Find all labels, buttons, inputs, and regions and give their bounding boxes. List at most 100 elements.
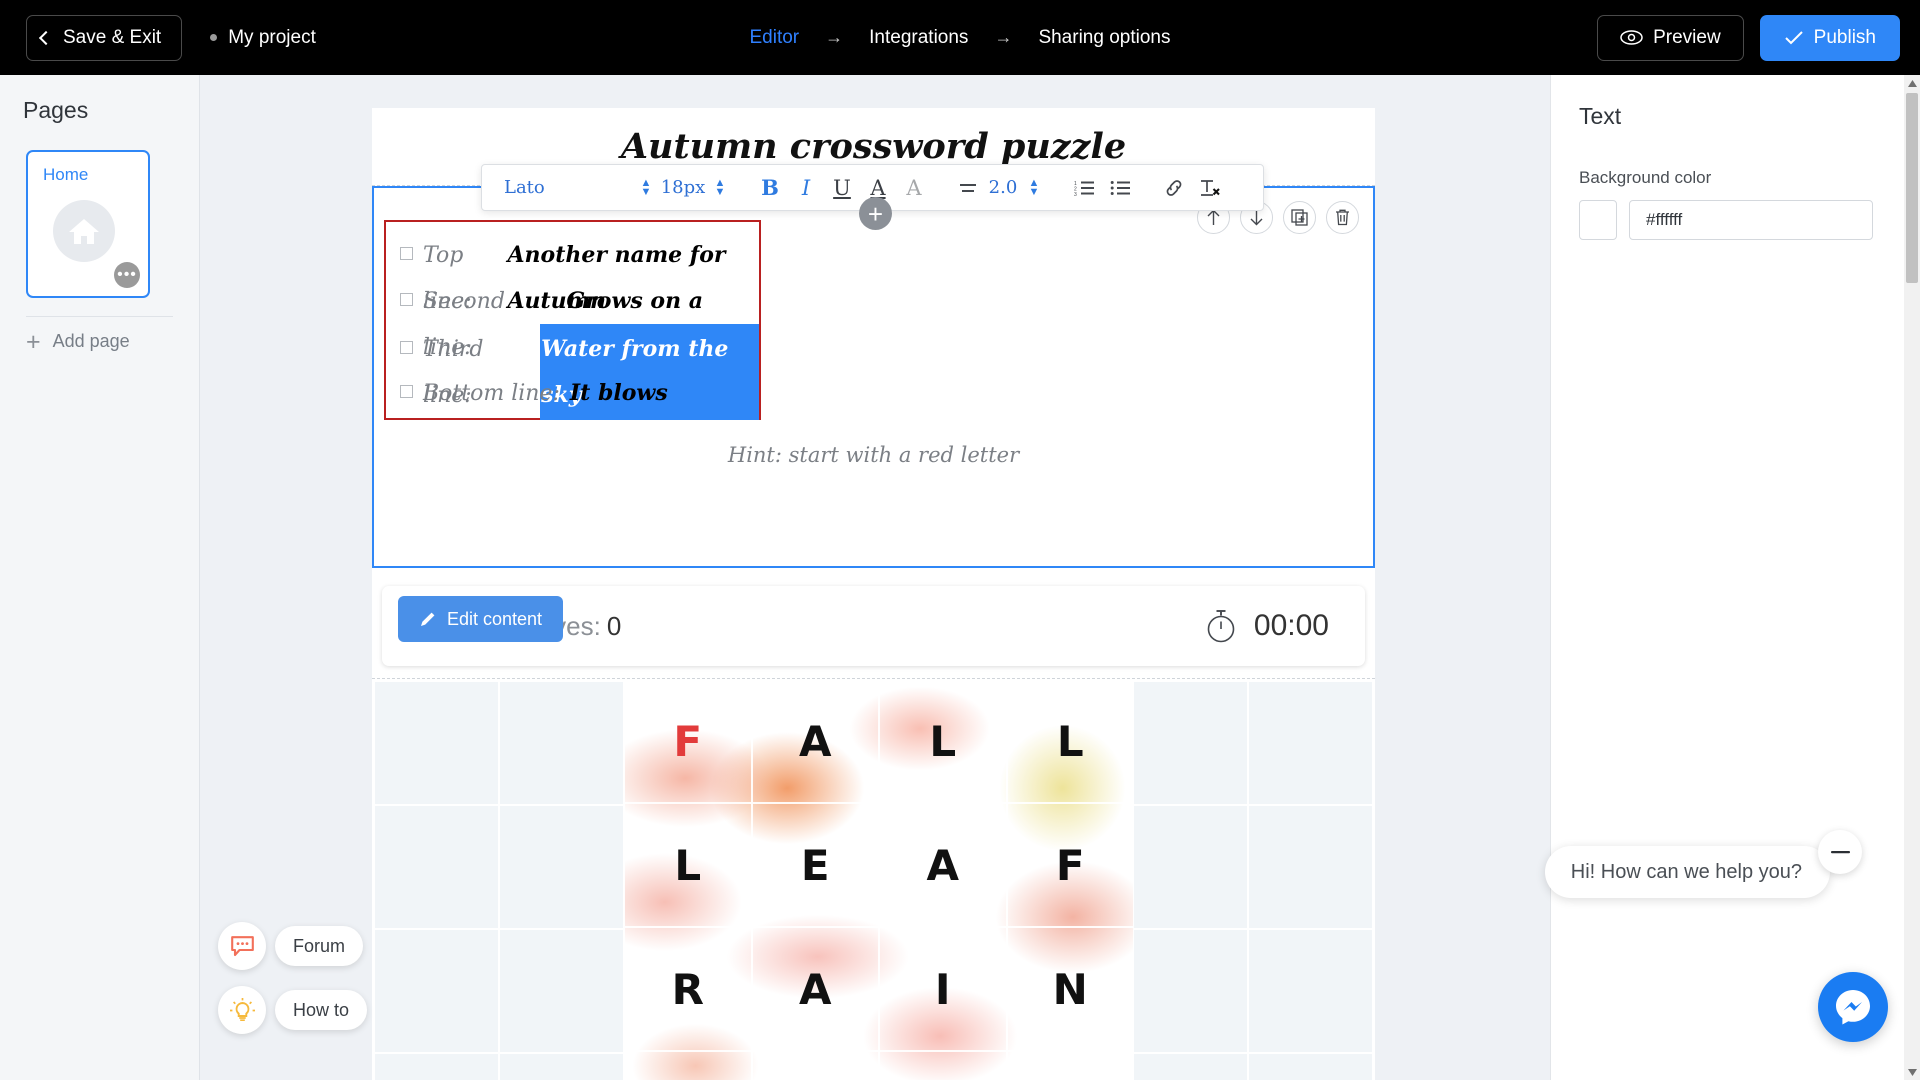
checkbox-icon[interactable] [400, 293, 413, 306]
page-card-label: Home [43, 165, 89, 184]
status-dot-icon [210, 34, 218, 41]
crossword-cell[interactable]: I [751, 1051, 879, 1080]
home-icon [69, 219, 99, 244]
page-options-button[interactable]: ••• [114, 262, 140, 288]
background-color-input[interactable] [1629, 200, 1873, 240]
scroll-up-button[interactable] [1904, 75, 1920, 91]
placeholder-cell [374, 681, 499, 805]
crossword-cell[interactable]: I [879, 927, 1007, 1051]
edit-content-button[interactable]: Edit content [398, 596, 564, 642]
chat-greeting-text: Hi! How can we help you? [1570, 860, 1802, 883]
underline-button[interactable]: U [824, 170, 860, 206]
home-thumbnail [53, 200, 115, 262]
chat-greeting-bubble: Hi! How can we help you? [1544, 846, 1830, 898]
delete-block-button[interactable] [1326, 201, 1359, 234]
add-page-button[interactable]: + Add page [26, 329, 199, 354]
clue-list[interactable]: Top line: Another name for Autumn Second… [384, 220, 761, 420]
crossword-cell[interactable]: N [879, 1051, 1007, 1080]
forum-icon-circle[interactable] [218, 922, 266, 970]
background-color-swatch[interactable] [1579, 200, 1617, 240]
align-icon [960, 183, 976, 192]
font-family-stepper-icon[interactable]: ▲ ▼ [638, 177, 654, 197]
placeholder-cell [498, 681, 624, 805]
crossword-cell[interactable]: L [879, 679, 1007, 803]
crossword-cell[interactable]: L [1006, 679, 1134, 803]
forum-label-pill[interactable]: Forum [275, 926, 364, 966]
crossword-cell[interactable]: A [879, 803, 1007, 927]
font-size-stepper-icon[interactable]: ▲ ▼ [712, 177, 728, 197]
insert-link-button[interactable] [1156, 170, 1192, 206]
crossword-cell[interactable]: N [1006, 927, 1134, 1051]
crossword-cell[interactable]: F [624, 679, 752, 803]
clear-formatting-button[interactable] [1192, 170, 1228, 206]
step-editor[interactable]: Editor [750, 27, 800, 49]
lightbulb-icon [229, 997, 255, 1021]
placeholder-cell [374, 805, 499, 929]
page-scrollbar[interactable] [1904, 75, 1920, 1080]
placeholder-cell [1248, 681, 1373, 805]
clue-answer: It blows [569, 380, 668, 406]
checkbox-icon[interactable] [400, 341, 413, 354]
add-block-button[interactable]: + [859, 197, 892, 230]
crossword-cell[interactable]: L [624, 803, 752, 927]
how-to-button[interactable]: How to [218, 986, 368, 1034]
placeholder-cell [374, 1053, 499, 1080]
timer-value: 00:00 [1253, 609, 1329, 642]
how-to-label-pill[interactable]: How to [275, 990, 368, 1030]
clue-row[interactable]: Top line: Another name for Autumn [400, 232, 759, 314]
line-height-value[interactable]: 2.0 [986, 177, 1020, 198]
page-card-home[interactable]: Home ••• [26, 150, 150, 298]
highlight-color-button[interactable]: A [896, 170, 932, 206]
placeholder-cell [498, 929, 624, 1053]
project-name-label: My project [228, 26, 316, 48]
italic-button[interactable]: I [788, 170, 824, 206]
timer: 00:00 [1204, 608, 1329, 644]
page-sheet: Autumn crossword puzzle Top line: Anothe… [372, 108, 1375, 1080]
project-name[interactable]: My project [210, 27, 316, 49]
crossword-cell[interactable]: D [1006, 1051, 1134, 1080]
crossword-cell[interactable]: A [751, 679, 879, 803]
checkbox-icon[interactable] [400, 247, 413, 260]
crossword-cell[interactable]: E [751, 803, 879, 927]
publish-button[interactable]: Publish [1759, 14, 1900, 61]
scrollbar-thumb[interactable] [1906, 93, 1918, 283]
text-align-button[interactable] [950, 170, 986, 206]
chat-bubble-icon [230, 935, 254, 956]
step-arrow-icon-1: → [825, 27, 844, 47]
sidebar-divider [26, 316, 173, 317]
clue-row[interactable]: Third line: Water from the sky [400, 324, 759, 420]
pages-title: Pages [23, 97, 89, 123]
step-sharing-options[interactable]: Sharing options [1038, 27, 1170, 49]
how-to-icon-circle[interactable] [218, 986, 266, 1034]
font-family-select[interactable]: Lato [482, 177, 632, 198]
bold-button[interactable]: B [752, 170, 788, 206]
duplicate-block-button[interactable] [1283, 201, 1316, 234]
save-and-exit-button[interactable]: Save & Exit [26, 14, 183, 61]
pages-sidebar: Pages Home ••• + Add page [0, 75, 200, 1080]
line-height-stepper-icon[interactable]: ▲ ▼ [1026, 177, 1042, 197]
placeholder-cell [1248, 929, 1373, 1053]
checkbox-icon[interactable] [400, 385, 413, 398]
crossword-cell[interactable]: W [624, 1051, 752, 1080]
ordered-list-button[interactable]: 1 2 3 [1066, 170, 1102, 206]
forum-button[interactable]: Forum [218, 922, 367, 970]
selected-text-block[interactable]: Top line: Another name for Autumn Second… [372, 186, 1375, 568]
preview-button[interactable]: Preview [1597, 14, 1744, 61]
caret-up-icon [1907, 79, 1917, 87]
chat-minimize-button[interactable] [1818, 830, 1862, 874]
messenger-chat-button[interactable] [1818, 972, 1888, 1042]
crossword-cell[interactable]: R [624, 927, 752, 1051]
crossword-cell[interactable]: F [1006, 803, 1134, 927]
step-integrations[interactable]: Integrations [869, 27, 968, 49]
edit-content-label: Edit content [447, 608, 543, 629]
stopwatch-icon [1207, 610, 1235, 643]
how-to-label: How to [293, 999, 350, 1020]
scroll-down-button[interactable] [1904, 1064, 1920, 1080]
bullet-list-icon [1110, 180, 1130, 195]
caret-down-icon [1907, 1068, 1917, 1076]
font-size-value[interactable]: 18px [660, 177, 706, 198]
bullet-list-button[interactable] [1102, 170, 1138, 206]
crossword-cell[interactable]: A [751, 927, 879, 1051]
chevron-left-icon [38, 30, 54, 45]
clue-row[interactable]: Second line: Grows on a Tree [400, 278, 759, 360]
